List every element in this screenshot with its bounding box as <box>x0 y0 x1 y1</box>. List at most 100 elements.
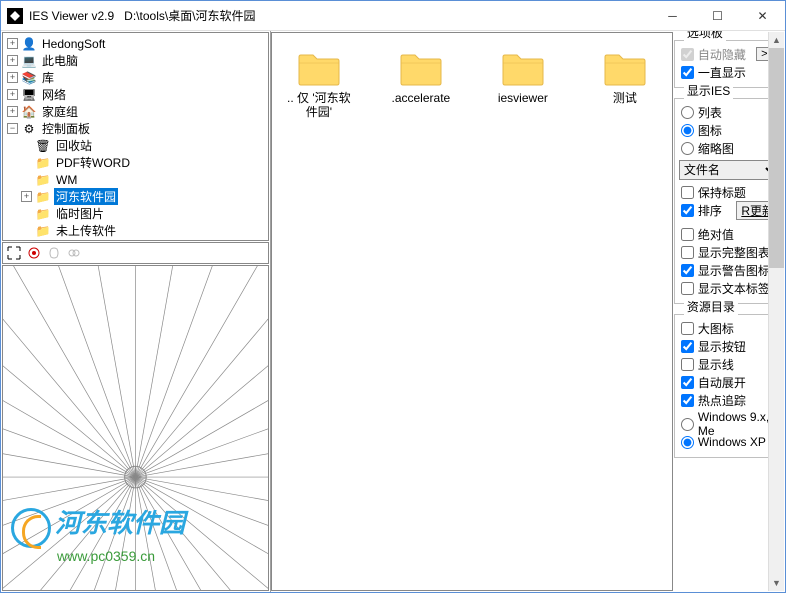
folder-tree[interactable]: +👤HedongSoft+💻此电脑+📚库+🖥网络+🏠家庭组−⚙控制面板🗑回收站📁… <box>2 32 269 241</box>
file-pane[interactable]: .. 仅 '河东软件园' .accelerate iesviewer 测试 <box>271 32 673 591</box>
tree-expander-icon[interactable]: − <box>7 123 18 134</box>
tree-expander-icon[interactable]: + <box>7 89 18 100</box>
tree-item[interactable]: +💻此电脑 <box>3 52 268 69</box>
checkbox-always-show[interactable]: 一直显示 <box>679 63 779 81</box>
tree-item-label: HedongSoft <box>40 37 107 51</box>
tree-item[interactable]: 📁临时图片 <box>3 205 268 222</box>
checkbox-text-label[interactable]: 显示文本标签 <box>679 279 779 297</box>
minimize-button[interactable]: ─ <box>650 1 695 31</box>
preview-toolbar <box>2 242 269 264</box>
ctrl-icon: ⚙ <box>21 121 37 137</box>
tree-item-label: PDF转WORD <box>54 154 132 171</box>
folder-icon <box>295 47 343 87</box>
tree-expander-icon <box>21 174 32 185</box>
home-icon: 🏠 <box>21 104 37 120</box>
scroll-up-icon[interactable]: ▲ <box>769 32 784 48</box>
close-button[interactable]: ✕ <box>740 1 785 31</box>
radio-list[interactable]: 列表 <box>679 103 779 121</box>
titlebar: IES Viewer v2.9 D:\tools\桌面\河东软件园 ─ ☐ ✕ <box>1 1 785 31</box>
recycle-icon: 🗑 <box>35 138 51 154</box>
user-icon: 👤 <box>21 36 37 52</box>
checkbox-show-line[interactable]: 显示线 <box>679 355 779 373</box>
tree-expander-icon[interactable]: + <box>7 72 18 83</box>
checkbox-auto-expand[interactable]: 自动展开 <box>679 373 779 391</box>
tree-item[interactable]: −⚙控制面板 <box>3 120 268 137</box>
tree-item-label: WM <box>54 173 79 187</box>
maximize-button[interactable]: ☐ <box>695 1 740 31</box>
target-icon[interactable] <box>25 244 43 262</box>
tree-item-label: 家庭组 <box>40 103 80 120</box>
radio-thumb[interactable]: 缩略图 <box>679 139 779 157</box>
tree-item[interactable]: +👤HedongSoft <box>3 35 268 52</box>
tree-expander-icon <box>21 140 32 151</box>
filename-select[interactable]: 文件名 <box>679 160 779 180</box>
tree-expander-icon <box>21 225 32 236</box>
folder-item[interactable]: iesviewer <box>486 47 560 105</box>
checkbox-large-icon[interactable]: 大图标 <box>679 319 779 337</box>
folder-item[interactable]: 测试 <box>588 47 662 105</box>
net-icon: 🖥 <box>21 87 37 103</box>
tree-item-label: 库 <box>40 69 56 86</box>
checkbox-full-chart[interactable]: 显示完整图表 <box>679 243 779 261</box>
radio-icon[interactable]: 图标 <box>679 121 779 139</box>
panel-options-title: 选项板 <box>684 31 726 41</box>
folder-icon: 📁 <box>35 172 51 188</box>
scroll-thumb[interactable] <box>769 48 784 268</box>
tree-expander-icon <box>21 208 32 219</box>
folder-icon <box>601 47 649 87</box>
radio-win9x[interactable]: Windows 9.x, Me <box>679 415 779 433</box>
vertical-scrollbar[interactable]: ▲ ▼ <box>768 32 784 591</box>
tree-item-label: 此电脑 <box>40 52 80 69</box>
fullscreen-icon[interactable] <box>5 244 23 262</box>
tree-item-label: 河东软件园 <box>54 188 118 205</box>
folder-icon: 📁 <box>35 223 51 239</box>
checkbox-hot-track[interactable]: 热点追踪 <box>679 391 779 409</box>
checkbox-keep-title[interactable]: 保持标题 <box>679 183 779 201</box>
tree-expander-icon[interactable]: + <box>7 55 18 66</box>
folder-icon <box>499 47 547 87</box>
tree-item[interactable]: +🏠家庭组 <box>3 103 268 120</box>
tree-item-label: 未上传软件 <box>54 222 118 239</box>
radio-winxp[interactable]: Windows XP <box>679 433 779 451</box>
checkbox-auto-hide[interactable]: 自动隐藏 >> <box>679 45 779 63</box>
checkbox-sort[interactable]: 排序 R更新 <box>679 201 779 219</box>
scroll-down-icon[interactable]: ▼ <box>769 575 784 591</box>
tree-item-label: 回收站 <box>54 137 94 154</box>
tree-item[interactable]: 📁WM <box>3 171 268 188</box>
panel-resource-title: 资源目录 <box>684 298 738 315</box>
tree-expander-icon[interactable]: + <box>7 38 18 49</box>
folder-label: iesviewer <box>498 91 548 105</box>
tree-item[interactable]: +📁河东软件园 <box>3 188 268 205</box>
folder-label: .. 仅 '河东软件园' <box>282 91 356 119</box>
tree-item[interactable]: 📁PDF转WORD <box>3 154 268 171</box>
folder-item[interactable]: .accelerate <box>384 47 458 105</box>
tree-item-label: 控制面板 <box>40 120 92 137</box>
checkbox-show-button[interactable]: 显示按钮 <box>679 337 779 355</box>
tree-item[interactable]: 📁未上传软件 <box>3 222 268 239</box>
lib-icon: 📚 <box>21 70 37 86</box>
folder-label: 测试 <box>613 91 637 105</box>
folder-icon: 📁 <box>35 189 51 205</box>
folder-icon: 📁 <box>35 206 51 222</box>
checkbox-warn-icon[interactable]: 显示警告图标 <box>679 261 779 279</box>
tree-item-label: 临时图片 <box>54 205 106 222</box>
folder-label: .accelerate <box>392 91 451 105</box>
panel-display-title: 显示IES <box>684 82 733 99</box>
checkbox-abs[interactable]: 绝对值 <box>679 225 779 243</box>
tree-expander-icon[interactable]: + <box>7 106 18 117</box>
tree-item[interactable]: +🖥网络 <box>3 86 268 103</box>
tree-expander-icon[interactable]: + <box>21 191 32 202</box>
ies-preview <box>2 265 269 591</box>
tree-expander-icon <box>21 157 32 168</box>
folder-icon <box>397 47 445 87</box>
folder-icon: 📁 <box>35 155 51 171</box>
tool-icon-1[interactable] <box>45 244 63 262</box>
tool-icon-2[interactable] <box>65 244 83 262</box>
tree-item-label: 网络 <box>40 86 68 103</box>
window-title: IES Viewer v2.9 D:\tools\桌面\河东软件园 <box>29 7 256 24</box>
left-column: +👤HedongSoft+💻此电脑+📚库+🖥网络+🏠家庭组−⚙控制面板🗑回收站📁… <box>1 31 271 592</box>
folder-item[interactable]: .. 仅 '河东软件园' <box>282 47 356 119</box>
app-icon <box>7 8 23 24</box>
tree-item[interactable]: +📚库 <box>3 69 268 86</box>
tree-item[interactable]: 🗑回收站 <box>3 137 268 154</box>
